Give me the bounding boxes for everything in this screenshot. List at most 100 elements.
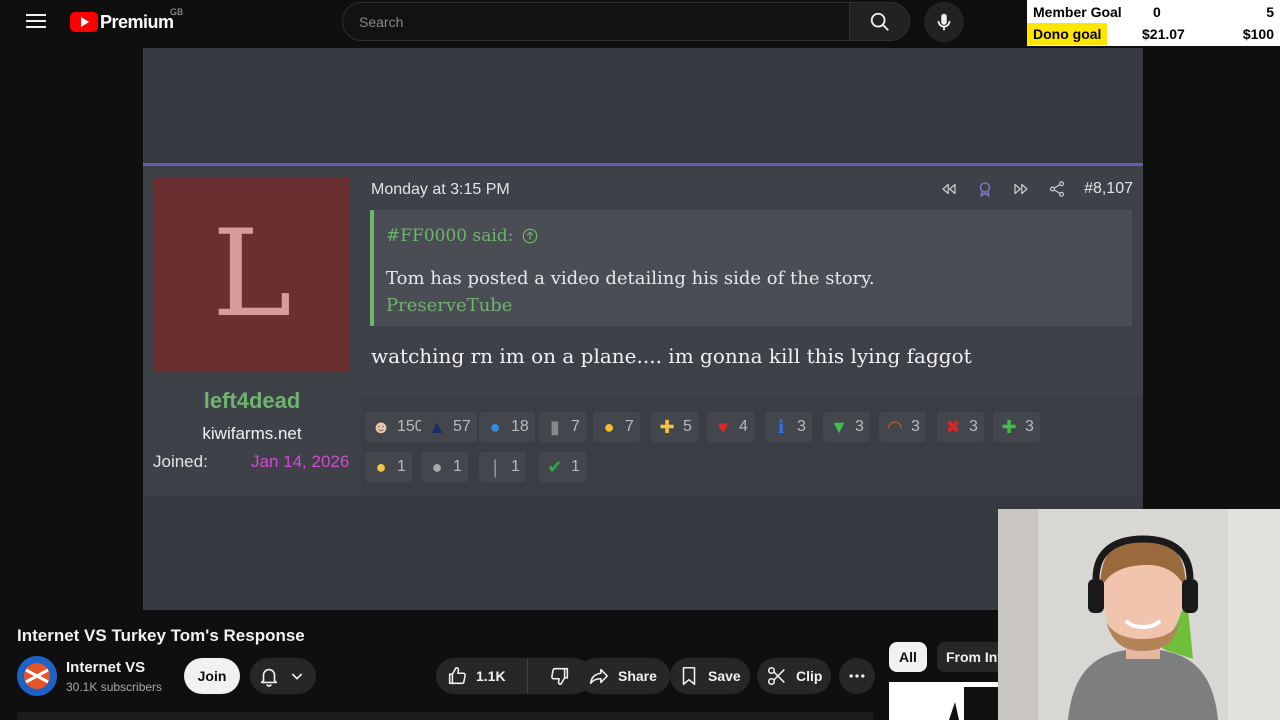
speech-bubble-icon: ●: [431, 457, 443, 477]
reaction-info[interactable]: ℹ3: [765, 412, 812, 442]
heart-icon: ♥: [717, 417, 729, 437]
youtube-premium-logo[interactable]: Premium: [70, 11, 174, 33]
reaction-count: 3: [1025, 418, 1034, 435]
video-title: Internet VS Turkey Tom's Response: [17, 626, 305, 645]
join-button[interactable]: Join: [184, 658, 240, 694]
post-username[interactable]: left4dead: [154, 388, 350, 414]
reaction-thinking-face[interactable]: ● 7: [593, 412, 640, 442]
reaction-rainbow[interactable]: ◠ 3: [879, 412, 926, 442]
reaction-heart[interactable]: ♥ 4: [707, 412, 754, 442]
check-mark-icon: ✔: [547, 457, 563, 477]
reaction-cross[interactable]: ✚ 5: [651, 412, 698, 442]
voice-search-button[interactable]: [924, 2, 964, 42]
rewind-icon[interactable]: [940, 180, 958, 198]
channel-avatar[interactable]: [17, 656, 57, 696]
user-avatar[interactable]: L: [154, 178, 350, 372]
post-number[interactable]: #8,107: [1084, 180, 1133, 198]
search-icon: [870, 12, 889, 31]
user-site: kiwifarms.net: [202, 424, 302, 443]
dono-goal-target: $100: [1242, 26, 1274, 42]
reaction-cocktail[interactable]: ▼ 3: [823, 412, 870, 442]
reaction-count: 57: [453, 418, 471, 435]
reaction-x-mark[interactable]: ✖ 3: [937, 412, 984, 442]
jump-up-icon[interactable]: [521, 227, 539, 245]
bookmark-icon: [682, 666, 696, 686]
reaction-count: 3: [911, 418, 920, 435]
share-icon[interactable]: [1048, 180, 1066, 198]
reaction-thumbs-up[interactable]: ● 18: [479, 412, 535, 442]
share-label: Share: [618, 668, 657, 684]
badge-icon[interactable]: [976, 180, 994, 198]
quote-link[interactable]: PreserveTube: [386, 295, 512, 316]
fast-forward-icon[interactable]: [1012, 180, 1030, 198]
video-player[interactable]: L left4dead kiwifarms.net Joined: Jan 14…: [143, 48, 1143, 610]
reaction-count: 1: [397, 458, 406, 475]
post-date[interactable]: Monday at 3:15 PM: [371, 181, 510, 199]
chip-all[interactable]: All: [889, 642, 927, 672]
reaction-feather[interactable]: ❘ 1: [479, 452, 526, 482]
x-mark-icon: ✖: [945, 417, 961, 437]
dono-goal-label: Dono goal: [1027, 23, 1108, 45]
puzzle-icon: ✚: [1001, 417, 1017, 437]
post-tools: #8,107: [922, 180, 1133, 198]
stream-goals-overlay: Member Goal 0 5 Dono goal $21.07 $100: [1027, 0, 1280, 46]
dono-goal-row: Dono goal $21.07 $100: [1027, 23, 1280, 45]
share-button[interactable]: Share: [578, 658, 670, 694]
forum-post: L left4dead kiwifarms.net Joined: Jan 14…: [143, 163, 1143, 496]
post-body: watching rn im on a plane.... im gonna k…: [371, 344, 972, 368]
youtube-play-icon: [70, 12, 98, 32]
reaction-count: 7: [571, 418, 580, 435]
more-horizontal-icon: [849, 674, 865, 678]
member-goal-target: 5: [1266, 4, 1274, 20]
reaction-count: 3: [855, 418, 864, 435]
reaction-count: 7: [625, 418, 634, 435]
info-icon: ℹ: [777, 417, 785, 437]
member-goal-row: Member Goal 0 5: [1027, 1, 1280, 23]
menu-icon[interactable]: [26, 13, 46, 29]
face-icon: ☻: [371, 417, 391, 437]
recommended-thumbnail[interactable]: [889, 682, 998, 720]
reaction-top-hat[interactable]: ▲ 57: [421, 412, 477, 442]
like-button[interactable]: 1.1K: [436, 658, 528, 694]
reaction-count: 1: [453, 458, 462, 475]
thumbs-down-icon: [551, 667, 569, 686]
top-hat-icon: ▲: [428, 417, 446, 437]
reaction-tombstone[interactable]: ▮ 7: [539, 412, 586, 442]
reactions-bar: ☻ 150 ▲ 57 ● 18 ▮ 7 ● 7 ✚ 5 ♥ 4 ℹ 3 ▼ 3 ◠ 3 ✖ 3 ✚ 3 ● 1 ● 1 ❘ 1 ✔ 1: [361, 398, 1143, 496]
webcam-feed: [998, 509, 1280, 720]
reaction-speech-bubble[interactable]: ● 1: [421, 452, 468, 482]
chip-from-channel[interactable]: From Internet VS: [937, 642, 998, 672]
notifications-button[interactable]: [250, 658, 316, 694]
reaction-count: 3: [969, 418, 978, 435]
chevron-down-icon: [291, 673, 303, 680]
more-actions-button[interactable]: [839, 658, 875, 694]
thumbs-up-icon: [448, 666, 466, 685]
thumbs-up-icon: ●: [489, 417, 501, 437]
share-arrow-icon: [589, 668, 609, 685]
cocktail-icon: ▼: [830, 417, 848, 437]
save-button[interactable]: Save: [670, 658, 750, 694]
reaction-medal[interactable]: ● 1: [365, 452, 412, 482]
clip-label: Clip: [796, 668, 823, 684]
description-area: [17, 712, 873, 720]
channel-logo-icon: [17, 656, 57, 696]
search-input[interactable]: [343, 3, 850, 40]
reaction-face[interactable]: ☻ 150: [365, 412, 430, 442]
reaction-check-mark[interactable]: ✔ 1: [539, 452, 586, 482]
bell-icon: [260, 668, 278, 687]
medal-icon: ●: [375, 457, 387, 477]
reaction-count: 1: [511, 458, 520, 475]
reaction-count: 4: [739, 418, 748, 435]
thumbnail-graphic-icon: [889, 682, 998, 720]
quote-text: Tom has posted a video detailing his sid…: [386, 268, 875, 289]
member-goal-current: 0: [1153, 4, 1161, 20]
avatar-letter: L: [212, 205, 292, 344]
reaction-count: 5: [683, 418, 692, 435]
quote-attribution[interactable]: #FF0000 said:: [386, 226, 539, 246]
reaction-puzzle[interactable]: ✚ 3: [993, 412, 1040, 442]
reaction-count: 18: [511, 418, 529, 435]
cross-icon: ✚: [659, 417, 675, 437]
search-button[interactable]: [849, 2, 910, 41]
channel-name[interactable]: Internet VS: [66, 659, 145, 676]
clip-button[interactable]: Clip: [757, 658, 831, 694]
